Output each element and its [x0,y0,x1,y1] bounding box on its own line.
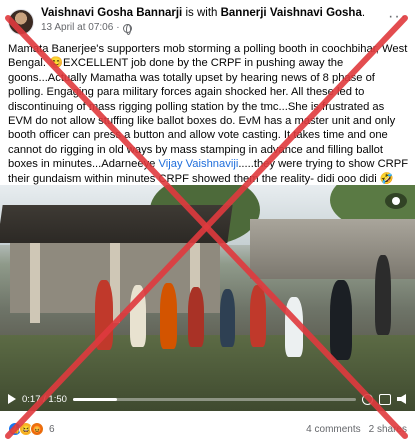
video-person [330,280,352,360]
post-text-part-1: Mamata Banerjee's supporters mob stormin… [8,43,408,171]
is-with-text: is with [185,7,218,19]
avatar[interactable] [8,9,34,35]
engagement-counts: 4 comments 2 shares [306,424,407,435]
seek-progress [72,397,117,401]
header-text: Vaishnavi Gosha Bannarji is with Bannerj… [41,6,365,35]
mention-link[interactable]: Vijay Vaishnaviji [159,158,239,170]
video-pillar [30,243,40,323]
angry-reaction-icon: 😡 [30,422,44,436]
post-meta: 13 April at 07:06 · [41,21,365,35]
author-line: Vaishnavi Gosha Bannarji is with Bannerj… [41,7,366,19]
video-person [160,283,177,349]
shares-count[interactable]: 2 shares [369,424,407,435]
comments-count[interactable]: 4 comments [306,424,360,435]
video-person [285,297,303,357]
seek-bar[interactable] [72,397,356,401]
facebook-post: Vaishnavi Gosha Bannarji is with Bannerj… [0,0,415,444]
author-name[interactable]: Vaishnavi Gosha Bannarji [41,7,182,19]
volume-icon[interactable] [397,394,406,404]
meta-separator: · [116,22,120,33]
video-player[interactable] [0,185,415,411]
reactions[interactable]: 👍 😆 😡 6 [8,422,55,436]
more-icon[interactable]: ··· [388,8,407,26]
camera-icon[interactable] [385,193,407,209]
post-header: Vaishnavi Gosha Bannarji is with Bannerj… [8,6,407,38]
fullscreen-icon[interactable] [379,393,391,405]
post-text: Mamata Banerjee's supporters mob stormin… [8,42,409,200]
play-icon[interactable] [8,394,16,404]
video-person [95,280,113,350]
video-person [250,285,266,347]
video-person [375,255,391,335]
post-footer: 👍 😆 😡 6 4 comments 2 shares [0,414,415,444]
video-controls: 0:17 / 1:50 [0,388,415,410]
post-timestamp[interactable]: 13 April at 07:06 [41,21,113,35]
video-roof [0,205,233,243]
settings-icon[interactable] [362,393,373,405]
video-person [188,287,204,347]
tagged-name[interactable]: Bannerji Vaishnavi Gosha [221,7,362,19]
reaction-count[interactable]: 6 [49,424,55,435]
globe-icon [122,23,132,35]
video-shed [250,219,415,279]
video-person [220,289,235,347]
video-time: 0:17 / 1:50 [22,393,67,405]
video-person [130,285,146,347]
